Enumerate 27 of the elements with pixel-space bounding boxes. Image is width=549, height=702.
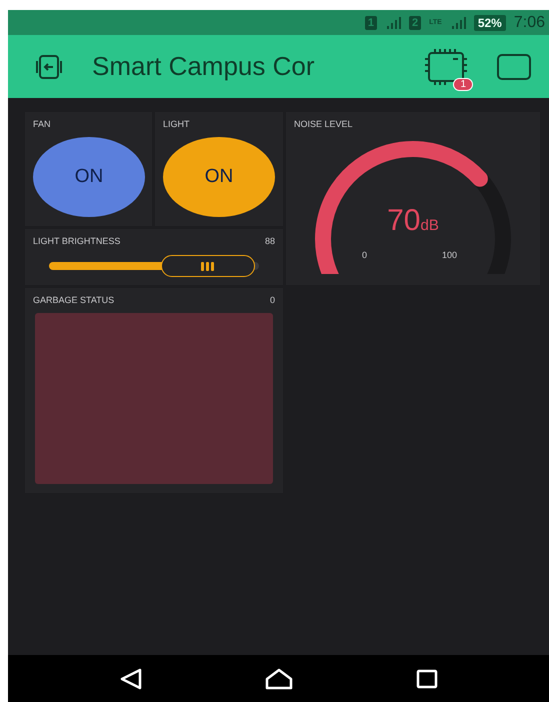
square-icon[interactable] — [497, 54, 531, 80]
widget-label: LIGHT BRIGHTNESS — [33, 236, 120, 246]
home-icon[interactable] — [265, 668, 294, 690]
toggle-button[interactable]: ON — [163, 137, 275, 217]
recents-icon[interactable] — [416, 668, 438, 688]
notification-badge: 1 — [453, 78, 473, 90]
back-icon[interactable] — [119, 668, 144, 690]
gauge-min: 0 — [362, 250, 368, 260]
slider-thumb[interactable] — [160, 255, 255, 277]
gauge-reading: 70dB — [386, 204, 440, 238]
widget-label: FAN — [33, 119, 52, 129]
signal-icon — [385, 16, 401, 30]
widget-label: LIGHT — [163, 119, 191, 129]
chip-icon[interactable] — [423, 46, 469, 86]
toggle-button[interactable]: ON — [33, 137, 145, 217]
slider-value: 88 — [264, 236, 275, 246]
battery-percent: 52% — [474, 14, 506, 30]
sim-label: 1 — [364, 16, 377, 30]
exit-icon[interactable] — [34, 54, 64, 80]
widget-label: GARBAGE STATUS — [33, 295, 114, 305]
widget-label: NOISE LEVEL — [294, 119, 354, 129]
level-value: 0 — [270, 295, 275, 305]
gauge-max: 100 — [442, 250, 458, 260]
clock-time: 7:06 — [514, 14, 545, 32]
signal-icon — [450, 16, 466, 30]
sim-label: 2 — [409, 16, 422, 30]
project-title: Smart Campus Cor — [92, 51, 316, 82]
